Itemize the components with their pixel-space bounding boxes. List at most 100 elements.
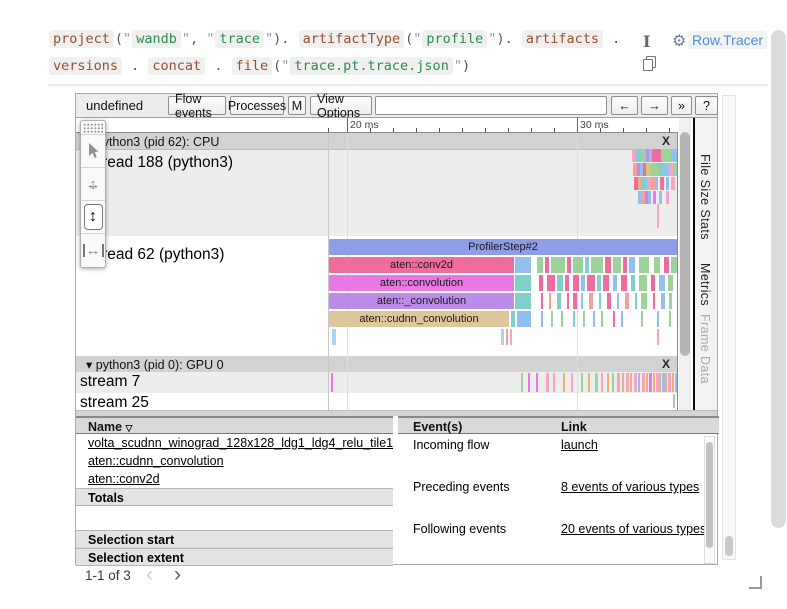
trace-slice[interactable] bbox=[668, 373, 671, 392]
totals-row[interactable]: Totals bbox=[76, 488, 393, 506]
trace-slice[interactable] bbox=[541, 311, 543, 327]
trace-slice[interactable] bbox=[585, 257, 589, 273]
trace-slice[interactable] bbox=[591, 257, 603, 273]
trace-slice[interactable] bbox=[597, 275, 601, 291]
trace-slice[interactable] bbox=[646, 373, 648, 392]
tab-frame-data[interactable]: Frame Data bbox=[698, 314, 712, 384]
trace-slice[interactable] bbox=[515, 257, 531, 273]
close-gpu-track-button[interactable]: X bbox=[662, 357, 670, 371]
trace-slice[interactable] bbox=[613, 311, 615, 327]
trace-slice[interactable] bbox=[603, 275, 609, 291]
pagination-next-icon[interactable]: › bbox=[174, 563, 181, 587]
trace-slice[interactable] bbox=[657, 204, 659, 228]
panel-scrollbar-thumb[interactable] bbox=[725, 536, 733, 556]
trace-slice[interactable] bbox=[501, 329, 504, 345]
trace-slice[interactable] bbox=[621, 311, 623, 327]
trace-slice[interactable] bbox=[661, 293, 665, 309]
trace-slice[interactable] bbox=[551, 257, 565, 273]
trace-slice[interactable] bbox=[607, 373, 609, 392]
trace-slice[interactable] bbox=[599, 293, 601, 309]
trace-slice[interactable] bbox=[587, 275, 595, 291]
trace-slice[interactable] bbox=[659, 191, 662, 204]
trace-slice[interactable] bbox=[671, 257, 677, 273]
zoom-out-button[interactable]: » bbox=[671, 96, 692, 115]
trace-slice[interactable] bbox=[671, 149, 677, 162]
nav-right-button[interactable]: → bbox=[641, 96, 668, 115]
trace-slice[interactable] bbox=[651, 163, 659, 176]
trace-slice[interactable] bbox=[581, 293, 583, 309]
gpu-process-header[interactable]: ▾ python3 (pid 0): GPU 0 X bbox=[76, 356, 678, 373]
tab-metrics[interactable]: Metrics bbox=[698, 263, 712, 306]
trace-slice[interactable] bbox=[557, 275, 563, 291]
stream-25-track[interactable] bbox=[76, 393, 678, 410]
events-scrollbar-thumb[interactable] bbox=[706, 442, 713, 548]
gear-icon[interactable]: ⚙ bbox=[672, 31, 686, 51]
copy-icon[interactable] bbox=[643, 56, 655, 70]
trace-event-bar[interactable]: aten::conv2d bbox=[329, 257, 514, 273]
trace-slice[interactable] bbox=[593, 311, 595, 327]
trace-slice[interactable] bbox=[653, 373, 655, 392]
help-button[interactable]: ? bbox=[695, 96, 718, 115]
trace-slice[interactable] bbox=[331, 373, 333, 392]
trace-slice[interactable] bbox=[536, 373, 538, 392]
trace-slice[interactable] bbox=[553, 373, 555, 392]
trace-slice[interactable] bbox=[539, 275, 543, 291]
trace-slice[interactable] bbox=[664, 257, 669, 273]
trace-slice[interactable] bbox=[617, 373, 620, 392]
trace-slice[interactable] bbox=[675, 373, 677, 392]
trace-slice[interactable] bbox=[549, 293, 551, 309]
trace-slice[interactable] bbox=[657, 329, 659, 345]
trace-slice[interactable] bbox=[673, 394, 675, 408]
trace-event-bar[interactable]: aten::cudnn_convolution bbox=[329, 311, 509, 327]
palette-drag-handle[interactable] bbox=[83, 123, 103, 134]
kernel-name-link[interactable]: aten::cudnn_convolution bbox=[88, 454, 224, 468]
trace-slice[interactable] bbox=[537, 257, 543, 273]
trace-slice[interactable] bbox=[567, 293, 569, 309]
trace-slice[interactable] bbox=[623, 257, 627, 273]
trace-slice[interactable] bbox=[528, 373, 530, 392]
trace-slice[interactable] bbox=[601, 373, 603, 392]
page-scrollbar[interactable] bbox=[771, 30, 786, 528]
trace-slice[interactable] bbox=[561, 311, 563, 327]
trace-slice[interactable] bbox=[510, 329, 512, 345]
panel-scrollbar[interactable] bbox=[722, 95, 736, 560]
trace-slice[interactable] bbox=[551, 311, 553, 327]
trace-slice[interactable] bbox=[515, 293, 531, 309]
trace-slice[interactable] bbox=[581, 275, 585, 291]
trace-slice[interactable] bbox=[521, 373, 523, 392]
timing-tool[interactable]: ↔ bbox=[81, 233, 105, 266]
trace-slice[interactable] bbox=[515, 275, 531, 291]
tab-file-size-stats[interactable]: File Size Stats bbox=[698, 154, 712, 240]
cpu-process-header[interactable]: ▾ python3 (pid 62): CPU X bbox=[76, 133, 678, 150]
trace-slice[interactable] bbox=[547, 275, 555, 291]
trace-slice[interactable] bbox=[638, 373, 640, 392]
tracks-scrollbar[interactable] bbox=[679, 118, 691, 410]
trace-slice[interactable] bbox=[661, 149, 671, 162]
trace-slice[interactable] bbox=[622, 373, 624, 392]
trace-slice[interactable] bbox=[653, 191, 656, 204]
trace-event-bar[interactable]: ProfilerStep#2 bbox=[329, 239, 677, 255]
trace-slice[interactable] bbox=[563, 373, 565, 392]
trace-slice[interactable] bbox=[605, 257, 611, 273]
pan-tool[interactable]: ↔ ↕ bbox=[81, 167, 105, 200]
trace-slice[interactable] bbox=[666, 191, 669, 204]
event-link[interactable]: 20 events of various types bbox=[561, 522, 706, 536]
trace-slice[interactable] bbox=[571, 373, 573, 392]
trace-slice[interactable] bbox=[506, 329, 508, 345]
event-link[interactable]: 8 events of various types bbox=[561, 480, 699, 494]
trace-slice[interactable] bbox=[657, 311, 659, 327]
trace-slice[interactable] bbox=[613, 275, 617, 291]
trace-slice[interactable] bbox=[671, 177, 675, 190]
trace-slice[interactable] bbox=[674, 163, 677, 176]
trace-slice[interactable] bbox=[613, 257, 621, 273]
trace-slice[interactable] bbox=[660, 177, 664, 190]
trace-slice[interactable] bbox=[651, 275, 655, 291]
trace-slice[interactable] bbox=[648, 191, 651, 204]
trace-slice[interactable] bbox=[649, 373, 652, 392]
trace-slice[interactable] bbox=[659, 275, 665, 291]
trace-slice[interactable] bbox=[653, 293, 655, 309]
pagination-prev-icon[interactable]: ‹ bbox=[146, 563, 153, 587]
trace-slice[interactable] bbox=[672, 373, 674, 392]
trace-slice[interactable] bbox=[573, 311, 575, 327]
trace-slice[interactable] bbox=[641, 293, 647, 309]
